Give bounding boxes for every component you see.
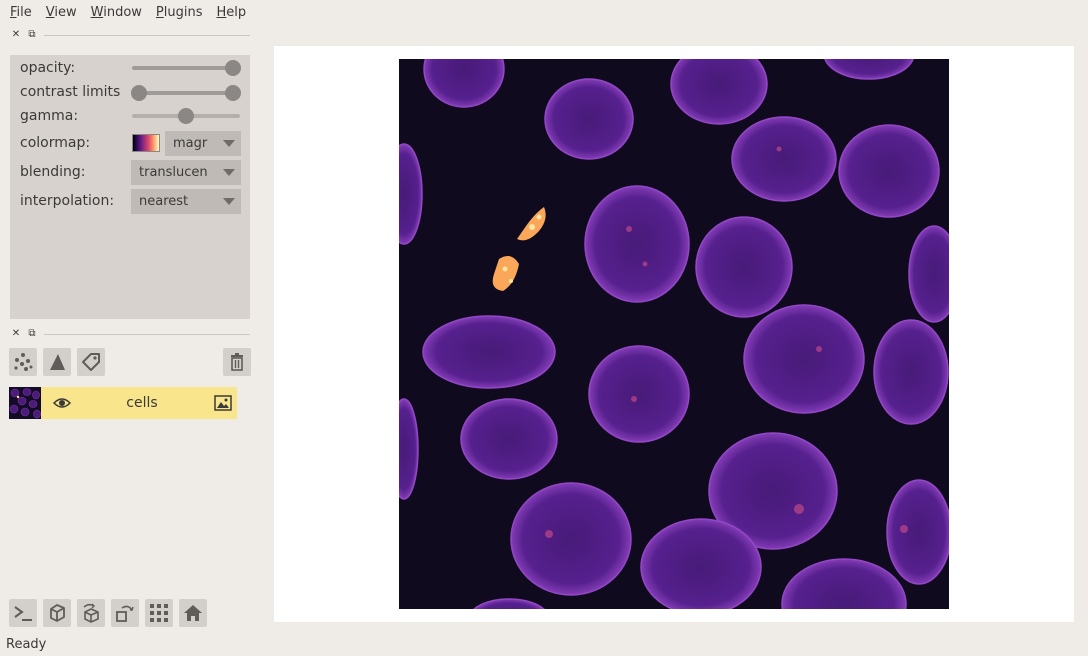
roll-icon	[83, 603, 99, 623]
menu-window[interactable]: Window	[84, 5, 149, 20]
viewer-canvas[interactable]	[274, 46, 1074, 622]
home-icon	[184, 605, 202, 621]
cube-3d-icon	[50, 604, 65, 622]
opacity-slider[interactable]	[132, 66, 240, 70]
chevron-down-icon	[223, 140, 235, 147]
points-icon	[14, 353, 33, 371]
gamma-slider-handle[interactable]	[178, 108, 194, 124]
contrast-max-handle[interactable]	[225, 85, 241, 101]
layer-controls-panel: opacity: contrast limits gamma: colormap…	[10, 55, 250, 319]
dock-close-icon[interactable]: ✕	[8, 29, 24, 41]
layer-list-dock-title: ✕ ⧉	[8, 327, 250, 341]
blending-dropdown[interactable]: translucen	[131, 160, 241, 185]
layer-list-item[interactable]: cells	[9, 387, 237, 419]
chevron-down-icon	[223, 198, 235, 205]
colormap-swatch	[132, 134, 160, 152]
blending-label: blending:	[20, 164, 86, 180]
console-icon	[14, 606, 32, 621]
console-button[interactable]	[9, 599, 37, 627]
dock-float-icon[interactable]: ⧉	[24, 29, 40, 41]
dock-close-icon[interactable]: ✕	[8, 328, 24, 340]
opacity-label: opacity:	[20, 60, 76, 76]
layer-controls-dock-title: ✕ ⧉	[8, 28, 250, 42]
labels-icon	[82, 353, 100, 371]
opacity-slider-handle[interactable]	[225, 60, 241, 76]
grid-icon	[150, 604, 168, 622]
contrast-limits-label: contrast limits	[20, 84, 121, 100]
menu-view[interactable]: View	[39, 5, 84, 20]
cells-image	[399, 59, 949, 609]
menu-plugins[interactable]: Plugins	[149, 5, 210, 20]
layer-thumbnail	[9, 387, 41, 419]
menu-help[interactable]: Help	[210, 5, 254, 20]
image-layer-type-icon	[214, 395, 232, 415]
image-icon	[214, 395, 232, 411]
chevron-down-icon	[223, 169, 235, 176]
status-bar-text: Ready	[6, 637, 47, 652]
reset-view-button[interactable]	[179, 599, 207, 627]
menu-file[interactable]: File	[3, 5, 39, 20]
dock-divider	[44, 333, 250, 335]
new-labels-layer-button[interactable]	[77, 348, 105, 376]
dock-float-icon[interactable]: ⧉	[24, 328, 40, 340]
new-points-layer-button[interactable]	[9, 348, 37, 376]
roll-dimensions-button[interactable]	[77, 599, 105, 627]
colormap-label: colormap:	[20, 135, 91, 151]
gamma-label: gamma:	[20, 108, 79, 124]
contrast-min-handle[interactable]	[131, 85, 147, 101]
grid-view-button[interactable]	[145, 599, 173, 627]
shapes-icon	[50, 354, 65, 370]
transpose-dimensions-button[interactable]	[111, 599, 139, 627]
trash-icon	[231, 353, 243, 371]
interpolation-dropdown[interactable]: nearest	[131, 189, 241, 214]
ndisplay-button[interactable]	[43, 599, 71, 627]
new-shapes-layer-button[interactable]	[43, 348, 71, 376]
menu-bar: File View Window Plugins Help	[0, 0, 1088, 24]
delete-layer-button[interactable]	[223, 348, 251, 376]
dock-divider	[44, 34, 250, 36]
interpolation-label: interpolation:	[20, 193, 115, 209]
layer-name[interactable]: cells	[67, 395, 217, 411]
transpose-icon	[116, 605, 134, 622]
colormap-dropdown[interactable]: magr	[165, 131, 241, 156]
